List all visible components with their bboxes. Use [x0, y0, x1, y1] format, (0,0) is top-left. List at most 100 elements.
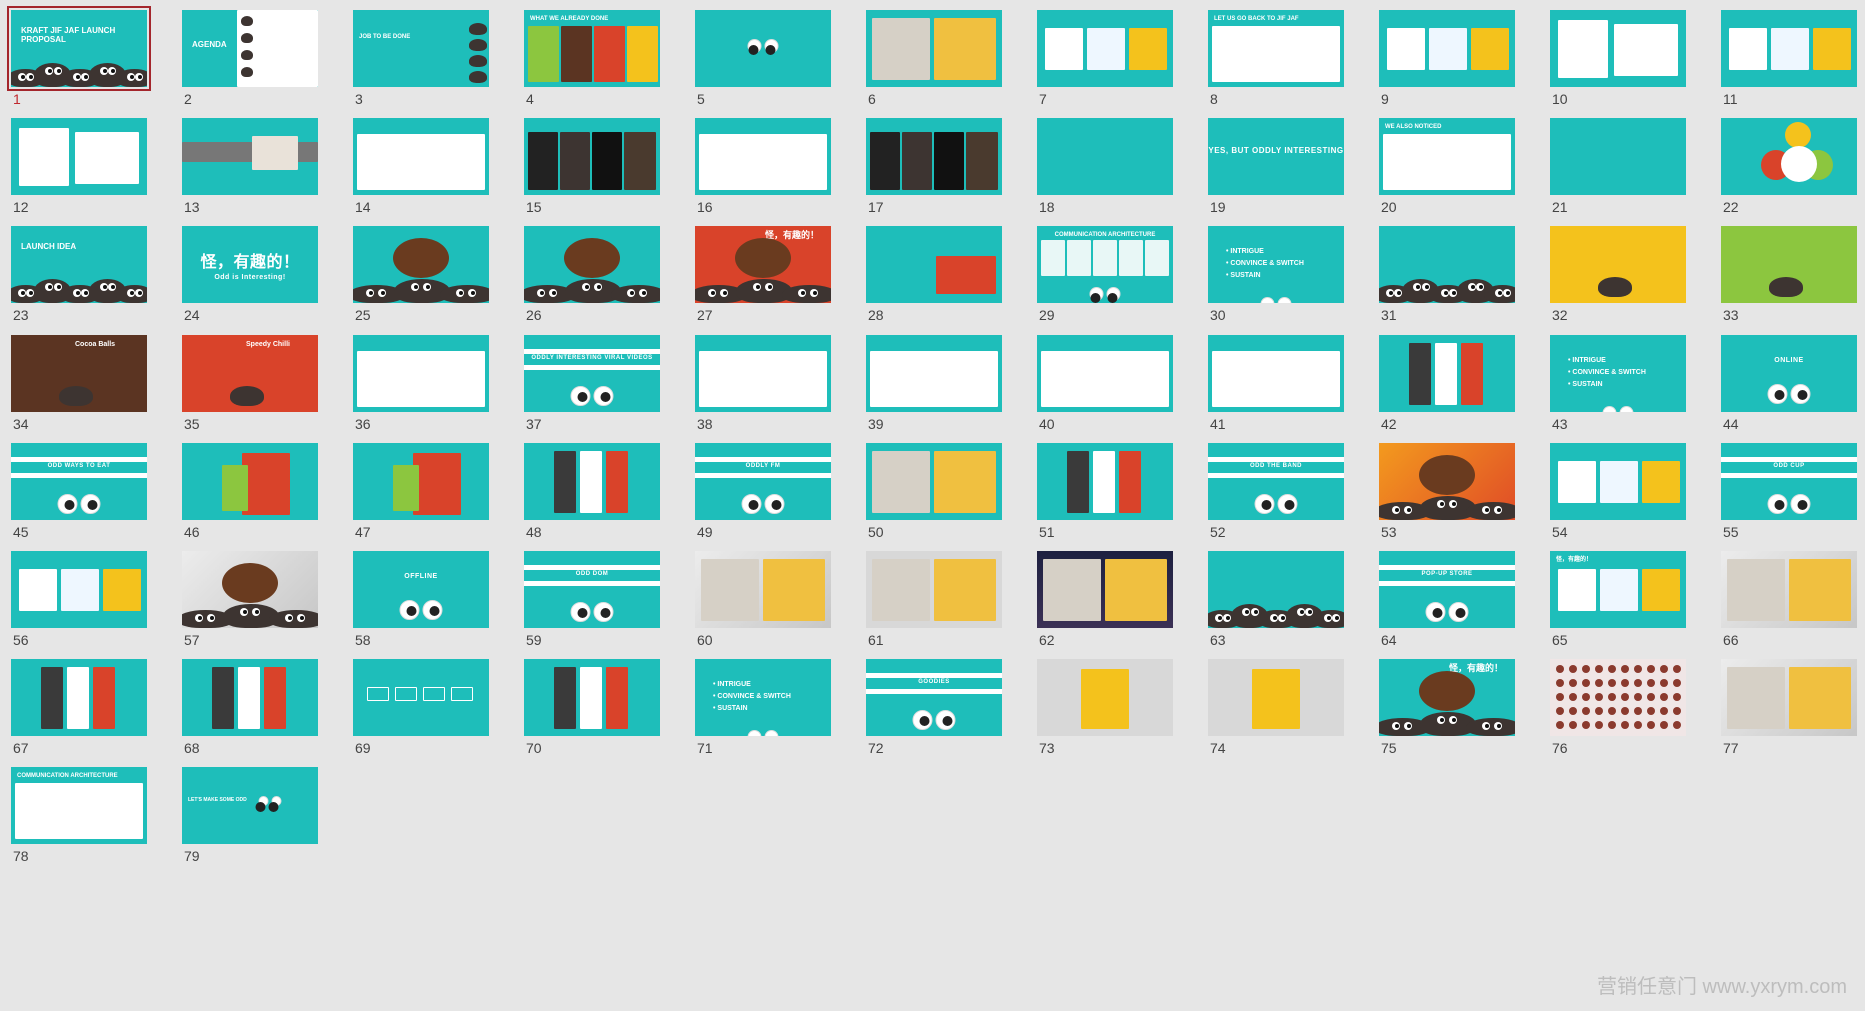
slide-cell: GOODIES 72 — [857, 649, 1028, 777]
slide-thumbnail[interactable]: COMMUNICATION ARCHITECTURE — [1037, 226, 1173, 304]
cookie-character-icon — [230, 385, 264, 406]
slide-thumbnail[interactable] — [866, 118, 1002, 196]
image-card — [1212, 26, 1340, 82]
slide-thumbnail[interactable] — [866, 10, 1002, 87]
slide-thumbnail[interactable]: ONLINE — [1721, 334, 1857, 412]
slide-thumbnail[interactable]: 怪，有趣的！ Odd is Interesting! — [182, 226, 318, 304]
slide-thumbnail[interactable] — [866, 226, 1002, 304]
bullet-item: CONVINCE & SWITCH — [1568, 367, 1646, 379]
slide-thumbnail[interactable]: ODDLY INTERESTING VIRAL VIDEOS — [524, 334, 660, 412]
slide-number: 25 — [355, 307, 371, 324]
slide-thumbnail[interactable] — [1721, 226, 1857, 304]
slide-thumbnail[interactable] — [353, 659, 489, 737]
slide-number: 39 — [868, 415, 884, 432]
slide-thumbnail[interactable] — [1208, 551, 1344, 628]
slide-thumbnail[interactable]: INTRIGUECONVINCE & SWITCHSUSTAIN — [695, 659, 831, 737]
slide-thumbnail[interactable] — [524, 442, 660, 520]
slide-thumbnail[interactable]: 怪，有趣的！ — [1550, 551, 1686, 628]
slide-thumbnail[interactable]: WHAT WE ALREADY DONE — [524, 10, 660, 87]
slide-thumbnail[interactable]: COMMUNICATION ARCHITECTURE — [11, 767, 147, 845]
slide-thumbnail[interactable] — [1379, 334, 1515, 412]
slide-thumbnail[interactable]: 怪，有趣的！ — [695, 226, 831, 304]
slide-thumbnail[interactable] — [866, 551, 1002, 628]
slide-thumbnail[interactable] — [11, 118, 147, 196]
slide-thumbnail[interactable] — [182, 118, 318, 196]
slide-thumbnail[interactable] — [1037, 659, 1173, 737]
slide-number: 38 — [697, 415, 713, 432]
slide-thumbnail[interactable] — [1550, 659, 1686, 737]
image-card — [61, 569, 99, 611]
slide-thumbnail[interactable] — [1208, 659, 1344, 737]
slide-thumbnail[interactable] — [182, 551, 318, 628]
slide-thumbnail[interactable]: ODD THE BAND — [1208, 442, 1344, 520]
slide-thumbnail[interactable]: Speedy Chilli — [182, 334, 318, 412]
slide-thumbnail[interactable]: AGENDA — [182, 10, 318, 87]
slide-thumbnail[interactable] — [1721, 551, 1857, 628]
slide-thumbnail[interactable] — [182, 659, 318, 737]
slide-number: 35 — [184, 415, 200, 432]
slide-thumbnail[interactable] — [353, 334, 489, 412]
slide-thumbnail[interactable] — [866, 334, 1002, 412]
slide-thumbnail[interactable]: OFFLINE — [353, 551, 489, 628]
slide-number: 66 — [1723, 632, 1739, 648]
slide-thumbnail[interactable]: LET'S MAKE SOME ODD — [182, 767, 318, 845]
slide-thumbnail[interactable] — [695, 334, 831, 412]
dot-shape — [1608, 679, 1616, 688]
slide-thumbnail[interactable]: ODD WAYS TO EAT — [11, 442, 147, 520]
slide-thumbnail[interactable] — [695, 118, 831, 196]
dot-shape — [1673, 693, 1681, 702]
slide-thumbnail[interactable]: ODDLY FM — [695, 442, 831, 520]
slide-thumbnail[interactable] — [353, 442, 489, 520]
burger-shape — [735, 238, 791, 279]
slide-thumbnail[interactable] — [1208, 334, 1344, 412]
slide-thumbnail[interactable]: 怪，有趣的！ — [1379, 659, 1515, 737]
slide-thumbnail[interactable] — [695, 551, 831, 628]
slide-thumbnail[interactable]: INTRIGUECONVINCE & SWITCHSUSTAIN — [1550, 334, 1686, 412]
slide-thumbnail[interactable] — [1037, 118, 1173, 196]
slide-thumbnail[interactable] — [524, 226, 660, 304]
slide-thumbnail[interactable] — [1037, 10, 1173, 87]
slide-thumbnail[interactable]: POP-UP STORE — [1379, 551, 1515, 628]
image-card — [1435, 342, 1457, 405]
slide-thumbnail[interactable] — [353, 226, 489, 304]
slide-thumbnail[interactable] — [1379, 10, 1515, 87]
eye-icon — [1602, 405, 1617, 412]
slide-thumbnail[interactable]: LET US GO BACK TO JIF JAF — [1208, 10, 1344, 87]
slide-thumbnail[interactable] — [353, 118, 489, 196]
slide-thumbnail[interactable]: LAUNCH IDEA — [11, 226, 147, 304]
slide-thumbnail[interactable]: YES, BUT ODDLY INTERESTING — [1208, 118, 1344, 196]
slide-thumbnail[interactable]: JOB TO BE DONE — [353, 10, 489, 87]
slide-thumbnail[interactable] — [1721, 10, 1857, 87]
slide-thumbnail[interactable] — [1721, 118, 1857, 196]
slide-number: 44 — [1723, 415, 1739, 432]
slide-thumbnail[interactable] — [1037, 442, 1173, 520]
slide-thumbnail[interactable]: WE ALSO NOTICED — [1379, 118, 1515, 196]
eye-icon — [1436, 716, 1445, 725]
slide-thumbnail[interactable] — [866, 442, 1002, 520]
slide-thumbnail[interactable]: INTRIGUECONVINCE & SWITCHSUSTAIN — [1208, 226, 1344, 304]
slide-thumbnail[interactable] — [1550, 442, 1686, 520]
slide-thumbnail[interactable] — [1037, 334, 1173, 412]
slide-thumbnail[interactable] — [1550, 10, 1686, 87]
slide-thumbnail[interactable]: ODD DOM — [524, 551, 660, 628]
slide-thumbnail[interactable] — [1721, 659, 1857, 737]
slide-thumbnail[interactable]: Cocoa Balls — [11, 334, 147, 412]
slide-thumbnail[interactable] — [11, 659, 147, 737]
slide-thumbnail[interactable]: KRAFT JIF JAF LAUNCH PROPOSAL — [7, 6, 151, 91]
slide-thumbnail[interactable] — [1037, 551, 1173, 628]
eye-icon — [1386, 289, 1395, 298]
slide-thumbnail[interactable]: ODD CUP — [1721, 442, 1857, 520]
slide-thumbnail[interactable] — [1379, 226, 1515, 304]
slide-cell: 70 — [515, 649, 686, 777]
slide-thumbnail[interactable] — [524, 659, 660, 737]
slide-thumbnail[interactable] — [1550, 118, 1686, 196]
slide-thumbnail[interactable] — [524, 118, 660, 196]
slide-thumbnail[interactable] — [1379, 442, 1515, 520]
slide-thumbnail[interactable] — [695, 10, 831, 87]
eye-icon — [1421, 283, 1430, 292]
slide-thumbnail[interactable] — [1550, 226, 1686, 304]
slide-thumbnail[interactable]: GOODIES — [866, 659, 1002, 737]
eye-icon — [1269, 614, 1278, 622]
slide-thumbnail[interactable] — [182, 442, 318, 520]
slide-thumbnail[interactable] — [11, 551, 147, 628]
